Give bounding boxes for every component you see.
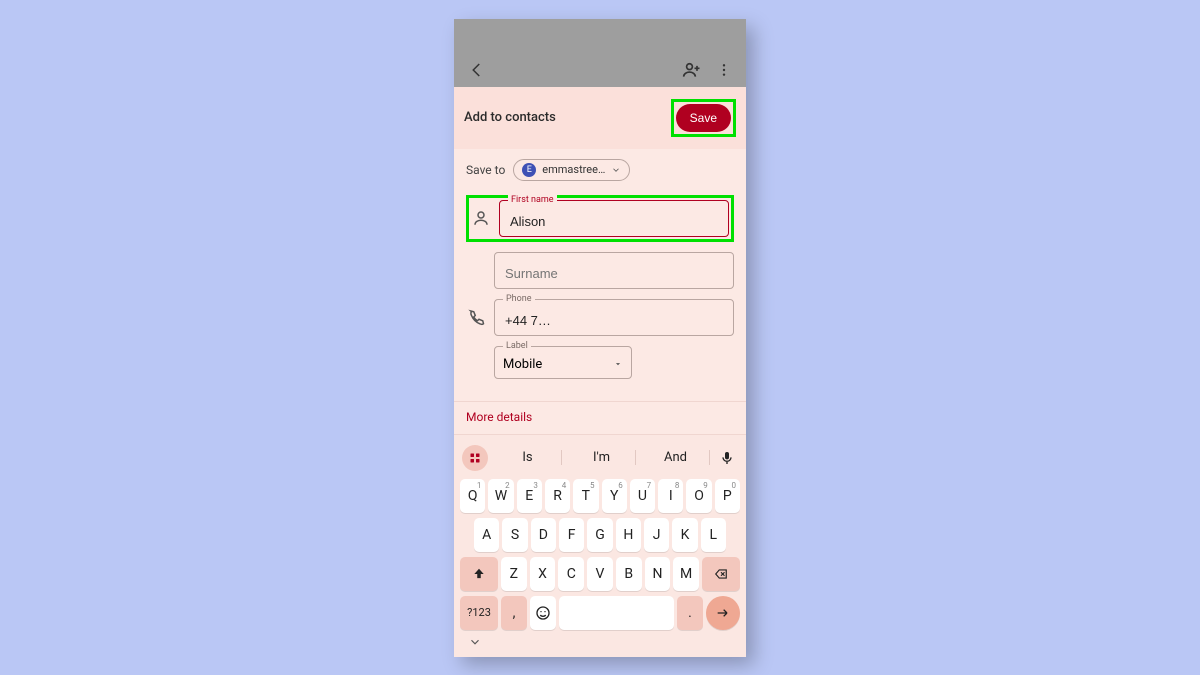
emoji-key[interactable]	[530, 596, 556, 630]
key-b[interactable]: B	[616, 557, 642, 591]
key-j[interactable]: J	[644, 518, 669, 552]
key-n[interactable]: N	[645, 557, 671, 591]
surname-field[interactable]	[494, 252, 734, 289]
suggestion-2[interactable]: I'm	[568, 450, 636, 465]
first-name-input[interactable]	[508, 213, 724, 230]
save-highlight: Save	[671, 99, 736, 137]
mic-icon[interactable]	[716, 447, 738, 469]
key-v[interactable]: V	[587, 557, 613, 591]
key-t[interactable]: 5T	[573, 479, 598, 513]
status-bar	[454, 19, 746, 53]
space-key[interactable]	[559, 596, 674, 630]
key-e[interactable]: 3E	[517, 479, 542, 513]
label-caption: Label	[503, 341, 531, 351]
suggestion-1[interactable]: Is	[494, 450, 562, 465]
first-name-label: First name	[508, 195, 557, 205]
phone-field[interactable]: Phone	[494, 299, 734, 336]
key-h[interactable]: H	[616, 518, 641, 552]
key-r[interactable]: 4R	[545, 479, 570, 513]
backspace-key[interactable]	[702, 557, 740, 591]
key-s[interactable]: S	[502, 518, 527, 552]
key-c[interactable]: C	[558, 557, 584, 591]
phone-label: Phone	[503, 294, 535, 304]
title-bar: Add to contacts Save	[454, 87, 746, 149]
surname-input[interactable]	[503, 265, 729, 282]
account-selector[interactable]: E emmastree…	[513, 159, 630, 181]
account-avatar: E	[522, 163, 536, 177]
dropdown-arrow-icon	[613, 359, 623, 369]
page-title: Add to contacts	[464, 110, 556, 125]
keyboard: Is I'm And 1Q2W3E4R5T6Y7U8I9O0P ASDFGHJK…	[454, 434, 746, 657]
key-y[interactable]: 6Y	[602, 479, 627, 513]
contact-form: First name Phone	[454, 191, 746, 397]
collapse-keyboard-icon[interactable]	[468, 635, 482, 649]
phone-input[interactable]	[503, 312, 729, 329]
app-bar	[454, 53, 746, 87]
save-to-label: Save to	[466, 163, 505, 177]
key-g[interactable]: G	[587, 518, 612, 552]
suggestion-3[interactable]: And	[642, 450, 710, 465]
symbols-key[interactable]: ?123	[460, 596, 498, 630]
key-k[interactable]: K	[672, 518, 697, 552]
person-icon	[471, 209, 491, 227]
key-d[interactable]: D	[531, 518, 556, 552]
key-u[interactable]: 7U	[630, 479, 655, 513]
shift-key[interactable]	[460, 557, 498, 591]
key-o[interactable]: 9O	[686, 479, 711, 513]
keyboard-menu-icon[interactable]	[462, 445, 488, 471]
chevron-down-icon	[611, 165, 621, 175]
key-m[interactable]: M	[673, 557, 699, 591]
add-person-icon[interactable]	[682, 60, 702, 80]
first-name-field[interactable]: First name	[499, 200, 729, 237]
save-button[interactable]: Save	[676, 104, 731, 132]
back-icon[interactable]	[468, 61, 486, 79]
label-value: Mobile	[503, 357, 542, 372]
period-key[interactable]: .	[677, 596, 703, 630]
key-q[interactable]: 1Q	[460, 479, 485, 513]
key-p[interactable]: 0P	[715, 479, 740, 513]
key-l[interactable]: L	[701, 518, 726, 552]
phone-icon	[466, 308, 486, 326]
more-icon[interactable]	[716, 62, 732, 78]
key-x[interactable]: X	[530, 557, 556, 591]
account-email: emmastree…	[542, 163, 605, 176]
key-f[interactable]: F	[559, 518, 584, 552]
label-selector[interactable]: Label Mobile	[494, 346, 632, 379]
more-details-button[interactable]: More details	[454, 401, 746, 434]
key-a[interactable]: A	[474, 518, 499, 552]
key-w[interactable]: 2W	[488, 479, 513, 513]
save-to-row: Save to E emmastree…	[454, 149, 746, 191]
key-i[interactable]: 8I	[658, 479, 683, 513]
phone-screen: Add to contacts Save Save to E emmastree…	[454, 19, 746, 657]
comma-key[interactable]: ,	[501, 596, 527, 630]
first-name-highlight: First name	[466, 195, 734, 242]
enter-key[interactable]	[706, 596, 740, 630]
key-z[interactable]: Z	[501, 557, 527, 591]
